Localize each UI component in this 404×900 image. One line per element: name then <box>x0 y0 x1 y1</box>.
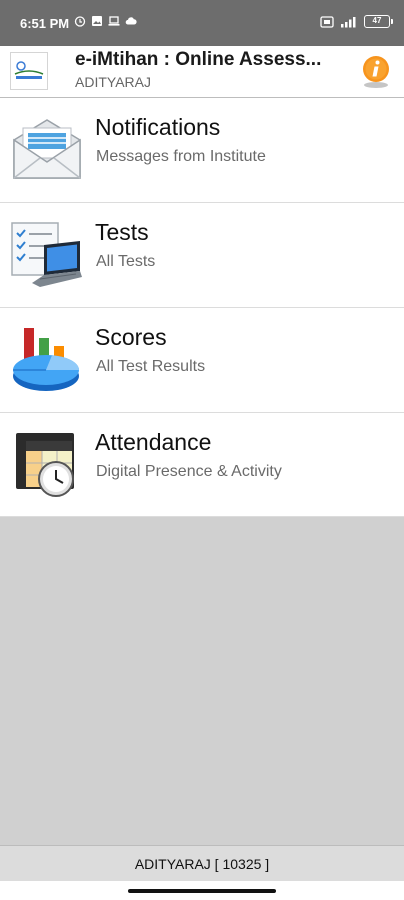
laptop-checklist-icon <box>11 222 82 287</box>
battery-icon: 47 <box>364 15 393 28</box>
logo-icon <box>13 60 45 82</box>
menu-item-title: Tests <box>95 219 149 245</box>
app-subtitle: ADITYARAJ <box>75 74 151 90</box>
home-indicator[interactable] <box>128 889 276 893</box>
menu-item-description: Digital Presence & Activity <box>96 463 282 480</box>
status-time: 6:51 PM <box>20 16 70 31</box>
gallery-icon <box>92 16 102 26</box>
menu-item-description: All Tests <box>96 253 156 270</box>
alarm-icon <box>74 16 86 27</box>
navigation-bar <box>0 881 404 900</box>
status-icons-left <box>74 15 137 27</box>
info-icon <box>363 56 389 88</box>
bar-pie-chart-icon <box>13 328 80 391</box>
menu-item-title: Notifications <box>95 114 221 140</box>
app-logo <box>10 52 48 90</box>
cloud-icon <box>125 17 137 25</box>
menu-item-scores[interactable]: Scores All Test Results <box>0 308 404 413</box>
footer-user-id: ADITYARAJ [ 10325 ] <box>0 845 404 881</box>
menu-item-tests[interactable]: Tests All Tests <box>0 203 404 308</box>
envelope-icon <box>13 119 81 179</box>
status-bar: 6:51 PM 47 <box>0 0 404 46</box>
menu-item-title: Scores <box>95 324 167 350</box>
menu-item-notifications[interactable]: Notifications Messages from Institute <box>0 98 404 203</box>
sim-icon <box>320 15 334 28</box>
laptop-icon <box>108 16 120 26</box>
calendar-clock-icon <box>16 433 74 497</box>
signal-icon <box>341 16 356 27</box>
app-title: e-iMtihan : Online Assess... <box>75 49 322 70</box>
app-bar: e-iMtihan : Online Assess... ADITYARAJ <box>0 46 404 98</box>
menu-item-attendance[interactable]: Attendance Digital Presence & Activity <box>0 413 404 517</box>
menu-item-description: All Test Results <box>96 358 206 375</box>
status-icons-right: 47 <box>320 15 393 28</box>
menu-item-description: Messages from Institute <box>96 148 266 165</box>
menu-item-title: Attendance <box>95 429 212 455</box>
info-button[interactable] <box>361 55 391 89</box>
main-menu: Notifications Messages from Institute Te… <box>0 98 404 517</box>
battery-level: 47 <box>372 16 382 25</box>
